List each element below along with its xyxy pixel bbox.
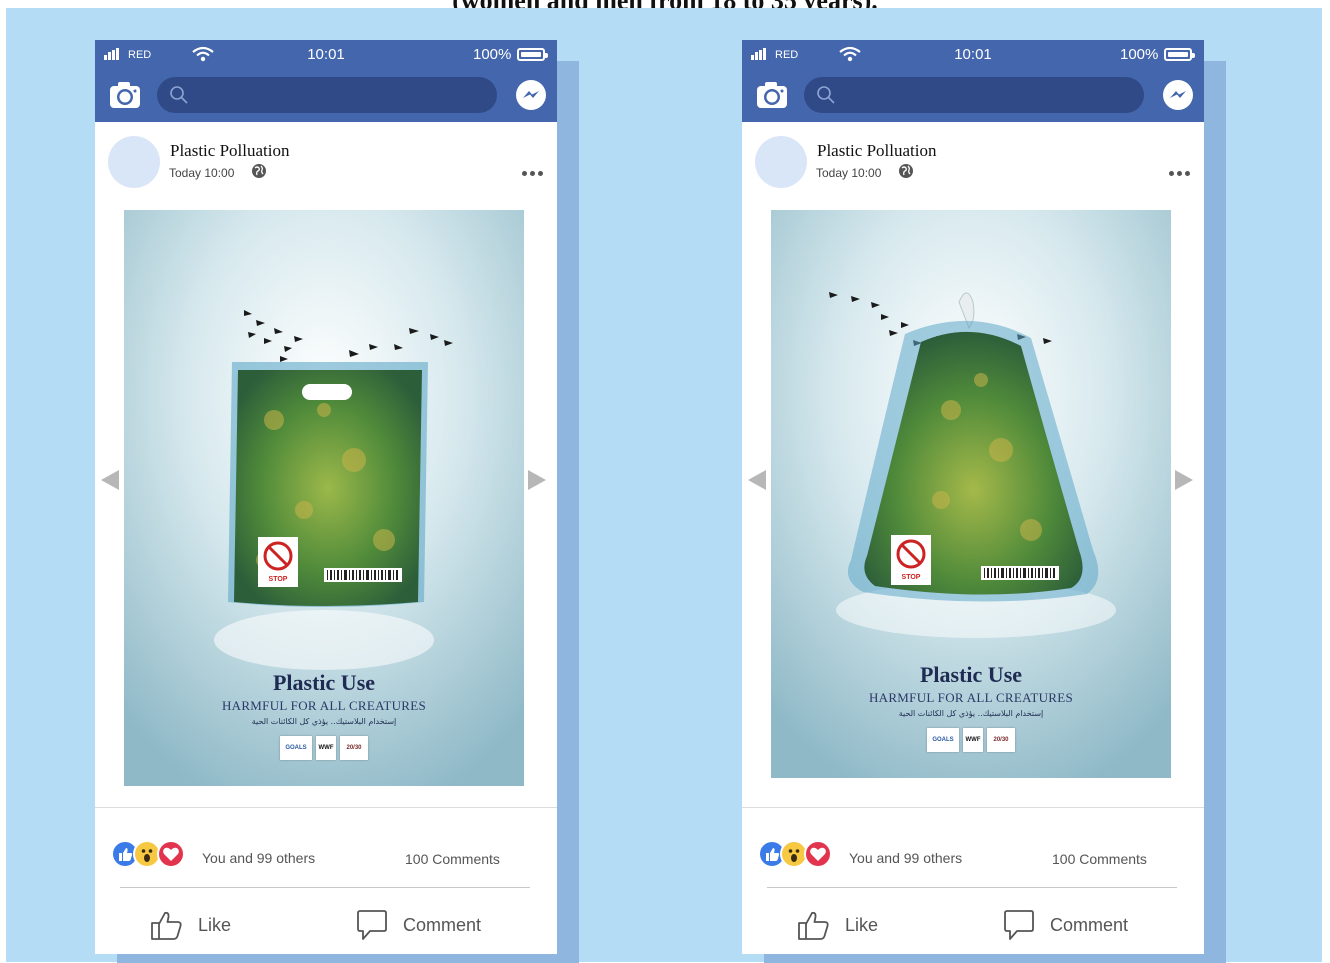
- vision-2030-logo: 20/30: [340, 736, 368, 760]
- divider: [742, 807, 1204, 808]
- poster-arabic-text: إستخدام البلاستيك.. يؤذي كل الكائنات الح…: [251, 717, 397, 726]
- comment-label: Comment: [1050, 914, 1129, 935]
- battery-percent: 100%: [473, 46, 512, 63]
- comments-count[interactable]: 100 Comments: [1052, 851, 1147, 867]
- poster-arabic-text: إستخدام البلاستيك.. يؤذي كل الكائنات الح…: [898, 709, 1044, 718]
- love-icon: [157, 840, 185, 868]
- poster-title: Plastic Use: [272, 670, 376, 695]
- search-bar[interactable]: [157, 77, 497, 115]
- like-label: Like: [198, 914, 232, 935]
- post-header: Plastic Polluation Today 10:00: [95, 122, 557, 207]
- battery-percent: 100%: [1120, 46, 1159, 63]
- comment-button[interactable]: Comment: [355, 905, 481, 945]
- poster-subtitle: HARMFUL FOR ALL CREATURES: [221, 698, 427, 713]
- post-timestamp: Today 10:00: [816, 166, 882, 180]
- page-name[interactable]: Plastic Polluation: [170, 141, 289, 161]
- like-button[interactable]: Like: [150, 905, 231, 945]
- status-bar: RED 10:01 100%: [742, 40, 1204, 70]
- carousel-next-arrow[interactable]: [1175, 470, 1193, 490]
- stop-sticker-label: STOP: [269, 576, 288, 583]
- wwf-logo: WWF: [963, 728, 983, 752]
- app-header: [95, 70, 557, 122]
- comment-label: Comment: [403, 914, 482, 935]
- messenger-icon[interactable]: [1162, 79, 1194, 111]
- camera-icon[interactable]: [756, 81, 788, 109]
- divider: [120, 887, 530, 888]
- messenger-icon[interactable]: [515, 79, 547, 111]
- avatar[interactable]: [108, 136, 160, 188]
- stop-sticker-label: STOP: [902, 574, 921, 581]
- like-button[interactable]: Like: [797, 905, 878, 945]
- status-bar: RED 10:01 100%: [95, 40, 557, 70]
- divider: [767, 887, 1177, 888]
- globe-icon: [899, 164, 913, 178]
- battery-icon: [517, 48, 548, 61]
- search-icon: [170, 86, 188, 104]
- search-bar[interactable]: [804, 77, 1144, 115]
- thumbs-up-icon: [151, 911, 182, 940]
- sdg-logo: GOALS: [280, 736, 312, 760]
- battery-icon: [1164, 48, 1195, 61]
- reaction-icons[interactable]: [111, 840, 185, 870]
- partner-logos: GOALS WWF 20/30: [124, 736, 524, 760]
- avatar[interactable]: [755, 136, 807, 188]
- carousel-prev-arrow[interactable]: [101, 470, 119, 490]
- more-options-icon[interactable]: [1169, 170, 1191, 178]
- post-header: Plastic Polluation Today 10:00: [742, 122, 1204, 207]
- wwf-logo: WWF: [316, 736, 336, 760]
- sdg-logo: GOALS: [927, 728, 959, 752]
- divider: [95, 807, 557, 808]
- comment-icon: [357, 910, 387, 940]
- camera-icon[interactable]: [109, 81, 141, 109]
- post-timestamp: Today 10:00: [169, 166, 235, 180]
- ad-poster[interactable]: STOP Plastic Use HARMFUL FOR ALL CREATUR…: [771, 210, 1171, 778]
- search-icon: [817, 86, 835, 104]
- reaction-summary[interactable]: You and 99 others: [202, 850, 315, 866]
- phone-mockup-1: RED 10:01 100% Plastic Polluation Today …: [95, 40, 557, 954]
- vision-2030-logo: 20/30: [987, 728, 1015, 752]
- reaction-summary[interactable]: You and 99 others: [849, 850, 962, 866]
- more-options-icon[interactable]: [522, 170, 544, 178]
- comment-icon: [1004, 910, 1034, 940]
- search-input[interactable]: [844, 77, 1138, 115]
- carousel-next-arrow[interactable]: [528, 470, 546, 490]
- poster-subtitle: HARMFUL FOR ALL CREATURES: [868, 690, 1074, 705]
- love-icon: [804, 840, 832, 868]
- background-canvas: RED 10:01 100% Plastic Polluation Today …: [6, 8, 1322, 963]
- phone-mockup-2: RED 10:01 100% Plastic Polluation Today …: [742, 40, 1204, 954]
- carousel-prev-arrow[interactable]: [748, 470, 766, 490]
- poster-caption: Plastic Use HARMFUL FOR ALL CREATURES إس…: [771, 662, 1171, 752]
- partner-logos: GOALS WWF 20/30: [771, 728, 1171, 752]
- page-name[interactable]: Plastic Polluation: [817, 141, 936, 161]
- ad-poster[interactable]: STOP Plastic Use HARMFUL FOR ALL CREATUR…: [124, 210, 524, 786]
- poster-caption: Plastic Use HARMFUL FOR ALL CREATURES إس…: [124, 670, 524, 760]
- reaction-icons[interactable]: [758, 840, 832, 870]
- poster-title: Plastic Use: [919, 662, 1023, 687]
- like-label: Like: [845, 914, 879, 935]
- app-header: [742, 70, 1204, 122]
- globe-icon: [252, 164, 266, 178]
- comments-count[interactable]: 100 Comments: [405, 851, 500, 867]
- comment-button[interactable]: Comment: [1002, 905, 1128, 945]
- thumbs-up-icon: [798, 911, 829, 940]
- search-input[interactable]: [197, 77, 491, 115]
